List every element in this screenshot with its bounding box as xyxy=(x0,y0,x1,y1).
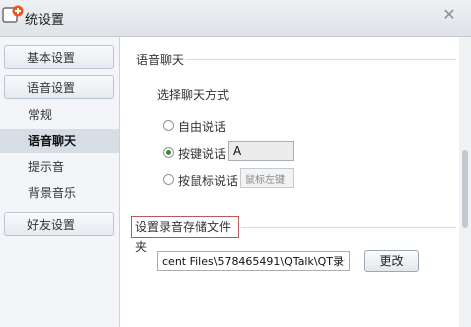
scrollbar-thumb[interactable] xyxy=(462,150,468,228)
free-talk-radio[interactable] xyxy=(163,120,174,131)
close-icon[interactable]: ✕ xyxy=(438,6,460,26)
key-talk-label: 按键说话 xyxy=(178,147,227,161)
section-title: 语音聊天 xyxy=(136,53,185,67)
save-folder-label: 设置录音存储文件夹 xyxy=(131,216,239,254)
key-talk-radio[interactable] xyxy=(163,147,174,158)
key-talk-key-input[interactable] xyxy=(228,141,294,161)
save-section-divider xyxy=(241,227,456,228)
save-path-input[interactable] xyxy=(157,251,350,271)
title-bar: 统设置 ✕ xyxy=(0,0,471,37)
sidebar-group-friends[interactable]: 好友设置 xyxy=(4,212,114,236)
mouse-talk-radio[interactable] xyxy=(163,174,174,185)
sidebar-group-voice[interactable]: 语音设置 xyxy=(4,75,114,99)
sidebar-item-notify-sound[interactable]: 提示音 xyxy=(0,155,119,179)
free-talk-label: 自由说话 xyxy=(178,120,227,134)
sidebar-item-general[interactable]: 常规 xyxy=(0,103,119,127)
sidebar-item-bg-music[interactable]: 背景音乐 xyxy=(0,181,119,205)
mouse-talk-key-input[interactable] xyxy=(240,168,294,188)
sidebar-item-voice-chat[interactable]: 语音聊天 xyxy=(0,129,119,153)
window-title: 统设置 xyxy=(25,13,65,28)
app-icon xyxy=(2,5,24,23)
chat-mode-label: 选择聊天方式 xyxy=(157,88,230,102)
mouse-talk-label: 按鼠标说话 xyxy=(178,174,239,188)
section-divider xyxy=(186,59,456,60)
sidebar-group-basic[interactable]: 基本设置 xyxy=(4,45,114,69)
change-path-button[interactable]: 更改 xyxy=(364,250,419,272)
